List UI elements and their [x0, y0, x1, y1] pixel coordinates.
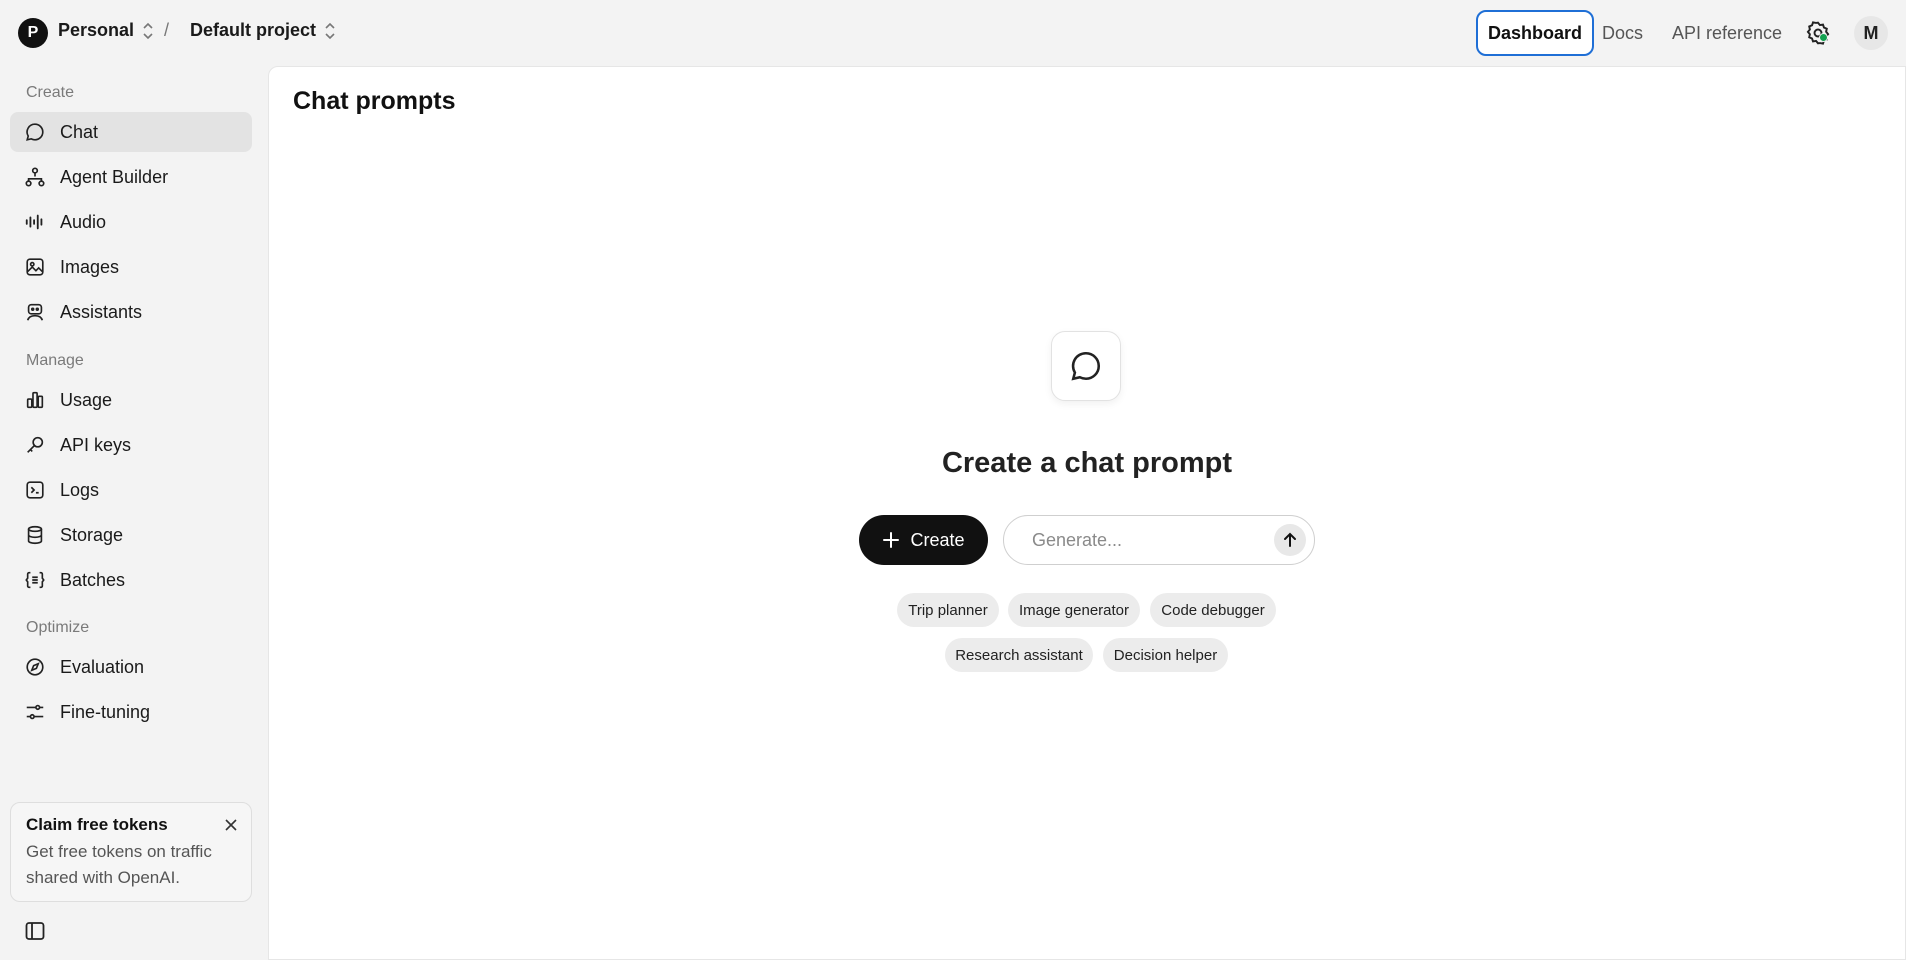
promo-title: Claim free tokens [26, 815, 168, 834]
sidebar-item-label: Evaluation [60, 656, 145, 677]
sidebar-item-storage[interactable]: Storage [10, 515, 252, 555]
generate-input[interactable] [1032, 529, 1252, 551]
close-icon[interactable] [223, 817, 239, 833]
suggestion-chip-research-assistant[interactable]: Research assistant [945, 638, 1093, 672]
sidebar-item-label: Assistants [60, 301, 143, 322]
suggestion-chip-decision-helper[interactable]: Decision helper [1103, 638, 1228, 672]
key-icon [27, 436, 44, 453]
sidebar-item-batches[interactable]: Batches [10, 560, 252, 600]
sidebar-item-evaluation[interactable]: Evaluation [10, 647, 252, 687]
sidebar-item-chat[interactable]: Chat [10, 112, 252, 152]
settings-gear-icon[interactable] [1805, 20, 1831, 46]
sidebar-item-label: Fine-tuning [60, 701, 151, 722]
chat-bubble-icon [1071, 351, 1101, 381]
claim-tokens-card[interactable]: Claim free tokens Get free tokens on tra… [10, 802, 252, 902]
sidebar-item-assistants[interactable]: Assistants [10, 292, 252, 332]
chevron-up-down-icon [325, 22, 335, 39]
sidebar-item-label: Storage [60, 524, 124, 545]
sidebar-item-label: API keys [60, 434, 132, 455]
suggestion-chip-code-debugger[interactable]: Code debugger [1150, 593, 1276, 627]
section-label-optimize: Optimize [26, 619, 90, 636]
docs-link[interactable]: Docs [1602, 10, 1643, 56]
waveform-icon [25, 214, 43, 230]
top-bar: P Personal / Default project Dashboard D… [0, 0, 1906, 66]
sidebar-item-images[interactable]: Images [10, 247, 252, 287]
sidebar-item-label: Chat [60, 121, 99, 142]
create-button[interactable]: Create [859, 515, 988, 565]
sliders-icon [26, 704, 44, 720]
suggestion-chip-image-generator[interactable]: Image generator [1008, 593, 1140, 627]
user-avatar[interactable]: M [1854, 16, 1888, 50]
terminal-icon [26, 481, 44, 499]
sidebar-item-fine-tuning[interactable]: Fine-tuning [10, 692, 252, 732]
sidebar-item-usage[interactable]: Usage [10, 380, 252, 420]
main-panel: Chat prompts Create a chat prompt Create… [268, 66, 1906, 960]
project-name: Default project [190, 20, 317, 40]
sidebar-item-audio[interactable]: Audio [10, 202, 252, 242]
dashboard-link[interactable]: Dashboard [1476, 10, 1595, 56]
sidebar-item-logs[interactable]: Logs [10, 470, 252, 510]
generate-field [1003, 515, 1315, 565]
image-icon [26, 258, 44, 276]
submit-button[interactable] [1274, 524, 1306, 556]
arrow-up-icon [1284, 532, 1296, 547]
sidebar-toggle-icon[interactable] [24, 920, 46, 942]
org-switcher[interactable]: Personal [58, 20, 154, 41]
database-icon [27, 525, 43, 545]
suggestion-chip-trip-planner[interactable]: Trip planner [897, 593, 999, 627]
api-reference-link[interactable]: API reference [1672, 10, 1782, 56]
create-button-label: Create [910, 529, 965, 550]
sidebar-item-label: Usage [60, 389, 113, 410]
sidebar: Create Chat Agent Builder Audio Images A… [0, 66, 268, 960]
bar-chart-icon [26, 391, 44, 409]
section-label-manage: Manage [26, 352, 84, 369]
sidebar-item-api-keys[interactable]: API keys [10, 425, 252, 465]
org-avatar[interactable]: P [18, 18, 48, 48]
sidebar-item-label: Audio [60, 211, 107, 232]
section-label-create: Create [26, 84, 75, 101]
breadcrumb-separator: / [164, 20, 170, 40]
sidebar-item-agent-builder[interactable]: Agent Builder [10, 157, 252, 197]
project-switcher[interactable]: Default project [190, 20, 336, 41]
flow-icon [25, 167, 45, 187]
sidebar-item-label: Images [60, 256, 120, 277]
page-title: Chat prompts [293, 87, 456, 115]
chevron-up-down-icon [143, 22, 153, 39]
empty-state-title: Create a chat prompt [941, 447, 1233, 479]
sidebar-item-label: Logs [60, 479, 100, 500]
org-name: Personal [58, 20, 135, 40]
compass-icon [26, 658, 44, 676]
braces-list-icon [25, 571, 45, 589]
empty-state-icon-box [1051, 331, 1121, 401]
plus-icon [883, 532, 900, 548]
promo-text: Get free tokens on traffic shared with O… [26, 842, 212, 887]
sidebar-item-label: Agent Builder [60, 166, 169, 187]
status-dot [1819, 33, 1828, 42]
robot-icon [26, 303, 44, 321]
sidebar-item-label: Batches [60, 569, 126, 590]
chat-bubble-icon [26, 123, 44, 141]
